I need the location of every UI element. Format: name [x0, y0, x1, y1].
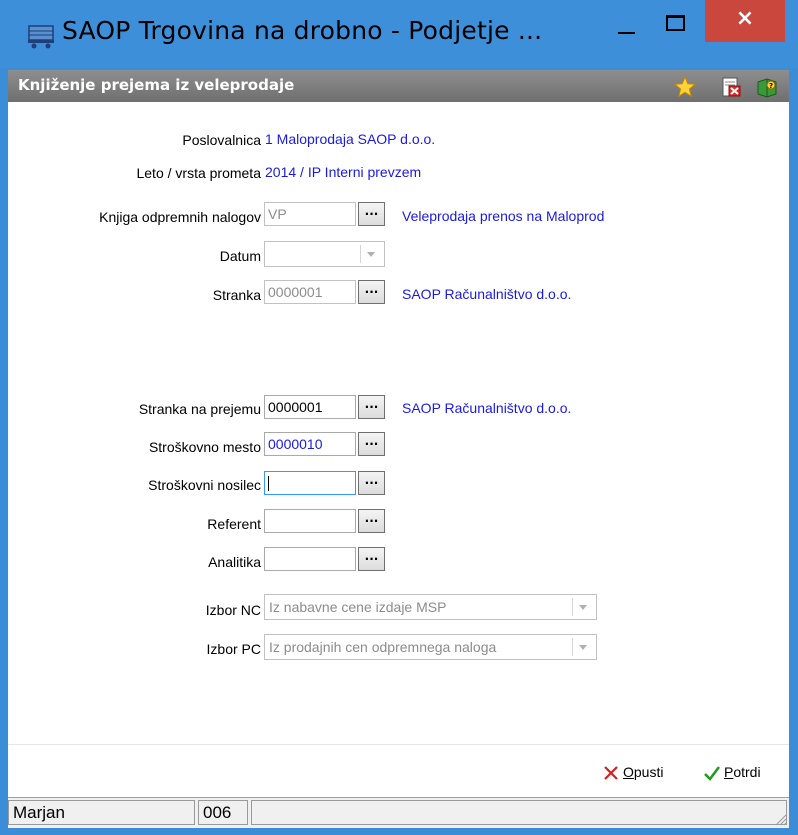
- star-icon[interactable]: [674, 76, 696, 98]
- svg-text:?: ?: [769, 82, 773, 90]
- referent-label: Referent: [207, 516, 261, 532]
- potrdi-mnemonic: P: [724, 764, 734, 780]
- form-title: Knjiženje prejema iz veleprodaje: [18, 76, 295, 94]
- knjiga-label: Knjiga odpremnih nalogov: [99, 209, 261, 225]
- stroskovni-nosilec-lookup-button[interactable]: ...: [358, 471, 385, 495]
- status-bar: Marjan 006: [8, 797, 789, 828]
- stranka-prejem-label: Stranka na prejemu: [138, 401, 261, 417]
- stroskovno-mesto-lookup-button[interactable]: ...: [358, 432, 385, 456]
- delete-document-icon[interactable]: [720, 76, 742, 98]
- stranka-lookup-button[interactable]: ...: [358, 280, 385, 304]
- stroskovno-mesto-label: Stroškovno mesto: [148, 439, 261, 455]
- stranka-description: SAOP Računalništvo d.o.o.: [402, 286, 572, 302]
- referent-field[interactable]: [264, 509, 356, 533]
- app-window: SAOP Trgovina na drobno - Podjetje ... ×…: [0, 0, 798, 835]
- stroskovni-nosilec-field[interactable]: [264, 471, 356, 495]
- title-bar[interactable]: SAOP Trgovina na drobno - Podjetje ... ×: [0, 0, 798, 68]
- knjiga-field[interactable]: VP: [264, 202, 356, 226]
- help-book-icon[interactable]: ?: [756, 76, 778, 98]
- form-header: Knjiženje prejema iz veleprodaje ?: [8, 70, 789, 102]
- text-cursor: [268, 476, 269, 491]
- analitika-lookup-button[interactable]: ...: [358, 547, 385, 571]
- status-empty: [251, 800, 787, 825]
- chevron-down-icon[interactable]: [572, 598, 593, 616]
- datum-label: Datum: [219, 248, 261, 264]
- stroskovni-nosilec-label: Stroškovni nosilec: [148, 477, 261, 493]
- leto-value: 2014 / IP Interni prevzem: [265, 164, 422, 180]
- stranka-prejem-description: SAOP Računalništvo d.o.o.: [402, 400, 572, 416]
- client-area: Knjiženje prejema iz veleprodaje ? Poslo…: [8, 70, 789, 828]
- stranka-field[interactable]: 0000001: [264, 280, 356, 304]
- opusti-button[interactable]: Opusti: [602, 764, 663, 782]
- minimize-button[interactable]: [604, 0, 648, 44]
- opusti-mnemonic: O: [623, 764, 634, 780]
- leto-label: Leto / vrsta prometa: [136, 165, 261, 181]
- poslovalnica-value: 1 Maloprodaja SAOP d.o.o.: [265, 131, 436, 147]
- knjiga-lookup-button[interactable]: ...: [358, 202, 385, 226]
- potrdi-button[interactable]: Potrdi: [703, 764, 761, 782]
- izbor-nc-label: Izbor NC: [205, 602, 261, 618]
- chevron-down-icon[interactable]: [572, 638, 593, 656]
- referent-lookup-button[interactable]: ...: [358, 509, 385, 533]
- izbor-nc-value: Iz nabavne cene izdaje MSP: [269, 599, 447, 615]
- izbor-pc-label: Izbor PC: [206, 641, 261, 657]
- window-title: SAOP Trgovina na drobno - Podjetje ...: [62, 16, 543, 45]
- opusti-label: pusti: [633, 764, 664, 780]
- minimize-icon: [618, 32, 635, 34]
- analitika-label: Analitika: [208, 554, 261, 570]
- resize-grip-icon[interactable]: [773, 812, 787, 826]
- chevron-down-icon[interactable]: [360, 245, 381, 263]
- stroskovno-mesto-field[interactable]: 0000010: [264, 432, 356, 456]
- divider: [8, 744, 789, 745]
- stranka-label: Stranka: [212, 287, 261, 303]
- status-user: Marjan: [8, 800, 195, 825]
- cart-icon: [28, 25, 54, 49]
- cancel-x-icon: [604, 766, 618, 781]
- maximize-icon: [666, 15, 685, 31]
- izbor-pc-value: Iz prodajnih cen odpremnega naloga: [269, 639, 497, 655]
- status-code: 006: [198, 800, 248, 825]
- knjiga-description: Veleprodaja prenos na Maloprod: [402, 208, 605, 224]
- maximize-button[interactable]: [653, 0, 697, 44]
- stranka-prejem-lookup-button[interactable]: ...: [358, 395, 385, 419]
- analitika-field[interactable]: [264, 547, 356, 571]
- datum-picker[interactable]: [264, 241, 385, 267]
- poslovalnica-label: Poslovalnica: [182, 132, 261, 148]
- stranka-prejem-field[interactable]: 0000001: [264, 395, 356, 419]
- checkmark-icon: [704, 766, 720, 782]
- close-icon: ×: [735, 6, 755, 31]
- izbor-nc-select[interactable]: Iz nabavne cene izdaje MSP: [264, 594, 597, 620]
- close-button[interactable]: ×: [705, 0, 785, 42]
- izbor-pc-select[interactable]: Iz prodajnih cen odpremnega naloga: [264, 634, 597, 660]
- potrdi-label: otrdi: [733, 764, 761, 780]
